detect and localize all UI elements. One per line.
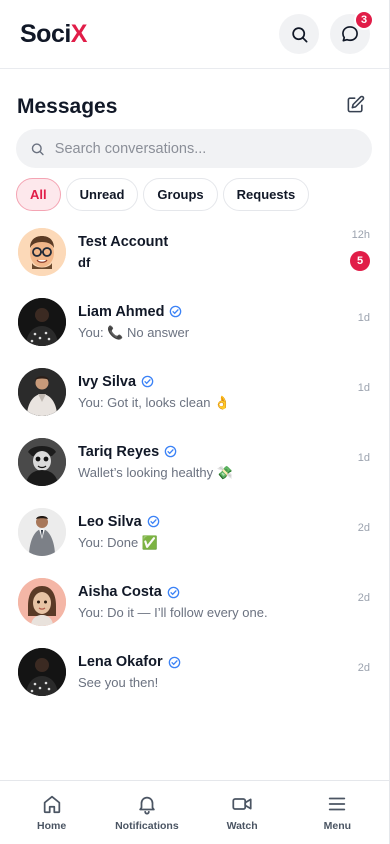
person-photo-icon <box>18 508 66 556</box>
search-button[interactable] <box>279 14 319 54</box>
person-photo-icon <box>18 648 66 696</box>
search-input[interactable] <box>54 140 358 157</box>
contact-name: Aisha Costa <box>78 584 162 600</box>
app-logo[interactable]: SociX <box>20 20 87 49</box>
contact-name: Ivy Silva <box>78 373 137 390</box>
logo-accent: X <box>70 19 88 48</box>
filter-unread[interactable]: Unread <box>65 178 139 211</box>
top-bar: SociX 3 <box>0 0 389 69</box>
app-root: SociX 3 Messages All Unread Groups Reque… <box>0 0 390 844</box>
logo-main: Soci <box>20 19 71 48</box>
hamburger-menu-icon <box>329 797 346 811</box>
message-preview: Wallet’s looking healthy 💸 <box>78 464 233 480</box>
unread-count-badge: 5 <box>350 251 370 271</box>
filter-groups[interactable]: Groups <box>143 178 218 211</box>
avatar <box>18 508 66 556</box>
verified-badge-icon <box>167 586 180 598</box>
timestamp: 2d <box>357 522 370 534</box>
bottom-nav: Home Notifications Watch Menu <box>0 780 389 844</box>
avatar <box>18 438 66 486</box>
avatar <box>18 298 66 346</box>
message-preview: See you then! <box>78 675 159 690</box>
conversation-item[interactable]: Liam Ahmed You: 📞 No answer 1d <box>0 287 389 357</box>
message-preview: You: Got it, looks clean 👌 <box>78 394 231 410</box>
compose-button[interactable] <box>346 95 365 119</box>
timestamp: 1d <box>357 312 370 324</box>
filter-chips: All Unread Groups Requests <box>0 168 389 211</box>
page-title: Messages <box>17 95 118 118</box>
messages-header: Messages <box>0 69 389 125</box>
timestamp: 1d <box>357 382 370 394</box>
contact-name: Test Account <box>78 234 169 250</box>
nav-home-label: Home <box>37 820 67 832</box>
contact-name: Liam Ahmed <box>78 303 165 320</box>
verified-badge-icon <box>170 305 182 318</box>
conversation-item[interactable]: Test Account df 12h 5 <box>0 217 389 287</box>
timestamp: 2d <box>357 662 370 674</box>
contact-name: Leo Silva <box>78 513 142 530</box>
nav-watch-label: Watch <box>226 820 258 832</box>
message-preview: You: 📞 No answer <box>78 324 190 340</box>
nav-menu[interactable]: Menu <box>292 793 382 832</box>
contact-name: Lena Okafor <box>78 654 163 670</box>
video-camera-icon <box>232 798 252 810</box>
message-preview: You: Do it — I’ll follow every one. <box>78 605 268 620</box>
edit-icon <box>347 95 365 113</box>
person-photo-icon <box>18 438 66 486</box>
conversation-item[interactable]: Leo Silva You: Done ✅ 2d <box>0 497 389 567</box>
nav-notifications-label: Notifications <box>115 820 179 832</box>
conversation-item[interactable]: Aisha Costa You: Do it — I’ll follow eve… <box>0 567 389 637</box>
nav-home[interactable]: Home <box>7 793 97 832</box>
memoji-avatar-icon <box>18 578 66 626</box>
nav-watch[interactable]: Watch <box>197 793 287 832</box>
top-actions: 3 <box>279 10 374 54</box>
verified-badge-icon <box>141 375 154 388</box>
timestamp: 12h <box>351 229 370 241</box>
messenger-button[interactable]: 3 <box>330 10 374 54</box>
verified-badge-icon <box>168 656 180 668</box>
avatar <box>18 228 66 276</box>
avatar <box>18 648 66 696</box>
conversation-list: Test Account df 12h 5 Liam Ahmed You: 📞 … <box>0 217 389 707</box>
conversation-item[interactable]: Lena Okafor See you then! 2d <box>0 637 389 707</box>
verified-badge-icon <box>147 515 159 528</box>
message-preview: You: Done ✅ <box>78 534 159 550</box>
nav-menu-label: Menu <box>323 820 352 832</box>
timestamp: 2d <box>357 592 370 604</box>
verified-badge-icon <box>164 445 177 458</box>
home-icon <box>43 795 60 814</box>
nav-notifications[interactable]: Notifications <box>102 793 192 832</box>
avatar <box>18 368 66 416</box>
filter-all[interactable]: All <box>16 178 61 211</box>
search-bar <box>16 129 372 168</box>
search-icon <box>291 26 307 42</box>
conversation-item[interactable]: Tariq Reyes Wallet’s looking healthy 💸 1… <box>0 427 389 497</box>
filter-requests[interactable]: Requests <box>222 178 310 211</box>
message-preview: df <box>78 255 91 270</box>
search-icon <box>31 142 44 155</box>
conversation-item[interactable]: Ivy Silva You: Got it, looks clean 👌 1d <box>0 357 389 427</box>
contact-name: Tariq Reyes <box>78 443 160 460</box>
person-photo-icon <box>18 368 66 416</box>
bell-icon <box>139 796 155 815</box>
person-photo-icon <box>18 298 66 346</box>
memoji-avatar-icon <box>18 228 66 276</box>
timestamp: 1d <box>357 452 370 464</box>
avatar <box>18 578 66 626</box>
message-count-badge: 3 <box>354 10 374 30</box>
